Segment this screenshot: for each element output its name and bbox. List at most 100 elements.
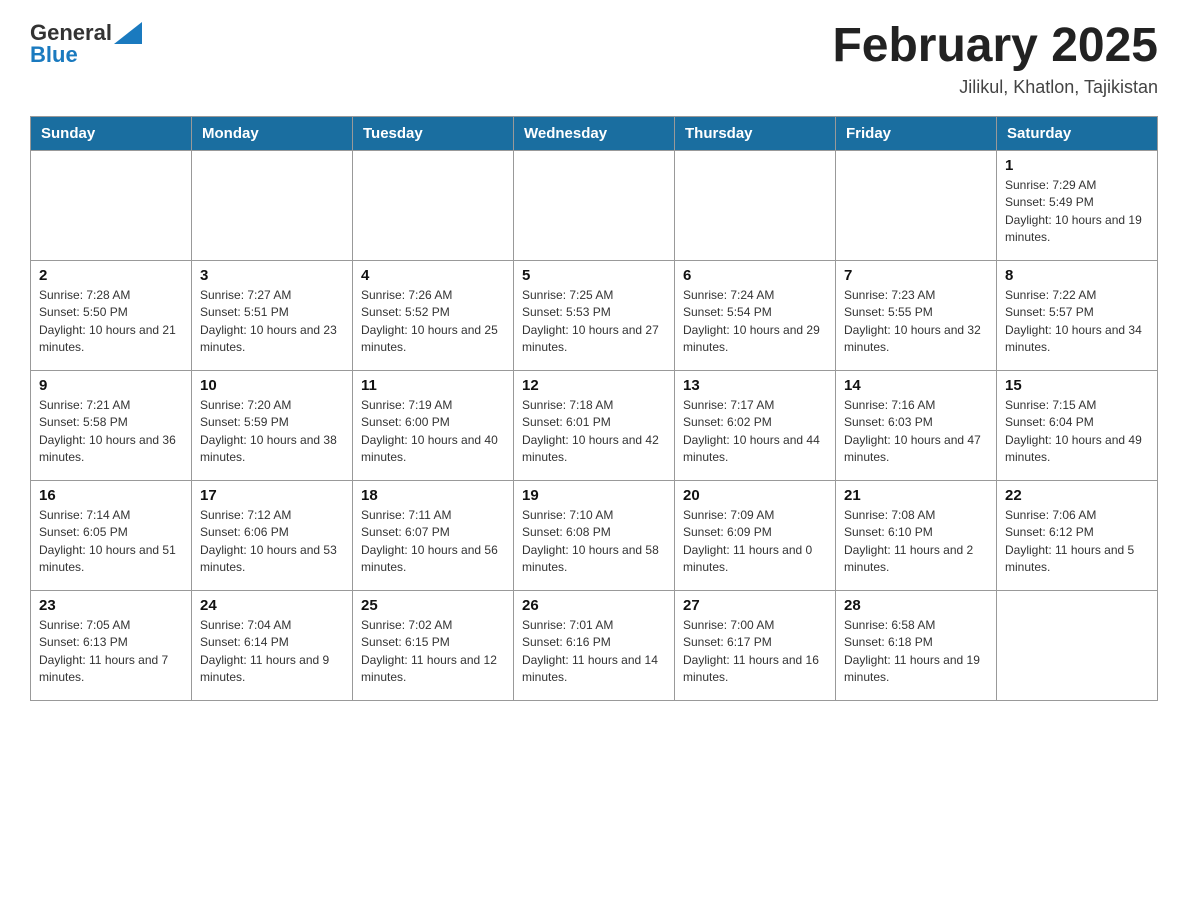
table-row: 8 Sunrise: 7:22 AM Sunset: 5:57 PM Daylig… — [997, 260, 1158, 370]
table-row: 18 Sunrise: 7:11 AM Sunset: 6:07 PM Dayli… — [353, 480, 514, 590]
day-info: Sunrise: 7:18 AM Sunset: 6:01 PM Dayligh… — [522, 398, 659, 464]
table-row — [997, 590, 1158, 700]
day-number: 5 — [522, 267, 666, 284]
day-info: Sunrise: 7:08 AM Sunset: 6:10 PM Dayligh… — [844, 508, 973, 574]
table-row — [31, 150, 192, 260]
location-subtitle: Jilikul, Khatlon, Tajikistan — [832, 77, 1158, 98]
calendar-week-row: 16 Sunrise: 7:14 AM Sunset: 6:05 PM Dayli… — [31, 480, 1158, 590]
day-number: 3 — [200, 267, 344, 284]
table-row: 23Sunrise: 7:05 AM Sunset: 6:13 PM Dayli… — [31, 590, 192, 700]
table-row: 27 Sunrise: 7:00 AM Sunset: 6:17 PM Dayli… — [675, 590, 836, 700]
day-number: 12 — [522, 377, 666, 394]
day-number: 1 — [1005, 157, 1149, 174]
day-number: 25 — [361, 597, 505, 614]
month-title: February 2025 — [832, 20, 1158, 73]
day-info: Sunrise: 7:12 AM Sunset: 6:06 PM Dayligh… — [200, 508, 337, 574]
table-row: 11 Sunrise: 7:19 AM Sunset: 6:00 PM Dayli… — [353, 370, 514, 480]
day-number: 19 — [522, 487, 666, 504]
table-row — [353, 150, 514, 260]
day-number: 6 — [683, 267, 827, 284]
day-info: Sunrise: 7:06 AM Sunset: 6:12 PM Dayligh… — [1005, 508, 1134, 574]
table-row: 2 Sunrise: 7:28 AM Sunset: 5:50 PM Daylig… — [31, 260, 192, 370]
table-row: 10 Sunrise: 7:20 AM Sunset: 5:59 PM Dayli… — [192, 370, 353, 480]
day-number: 2 — [39, 267, 183, 284]
table-row: 14 Sunrise: 7:16 AM Sunset: 6:03 PM Dayli… — [836, 370, 997, 480]
day-info: Sunrise: 7:25 AM Sunset: 5:53 PM Dayligh… — [522, 288, 659, 354]
col-monday: Monday — [192, 116, 353, 150]
table-row: 4 Sunrise: 7:26 AM Sunset: 5:52 PM Daylig… — [353, 260, 514, 370]
day-info: Sunrise: 7:23 AM Sunset: 5:55 PM Dayligh… — [844, 288, 981, 354]
table-row — [836, 150, 997, 260]
day-number: 4 — [361, 267, 505, 284]
day-info: Sunrise: 7:21 AM Sunset: 5:58 PM Dayligh… — [39, 398, 176, 464]
day-info: Sunrise: 7:20 AM Sunset: 5:59 PM Dayligh… — [200, 398, 337, 464]
table-row: 24Sunrise: 7:04 AM Sunset: 6:14 PM Dayli… — [192, 590, 353, 700]
day-number: 7 — [844, 267, 988, 284]
day-info: Sunrise: 7:00 AM Sunset: 6:17 PM Dayligh… — [683, 618, 819, 684]
day-info: Sunrise: 7:16 AM Sunset: 6:03 PM Dayligh… — [844, 398, 981, 464]
day-info: Sunrise: 7:09 AM Sunset: 6:09 PM Dayligh… — [683, 508, 812, 574]
calendar-week-row: 23Sunrise: 7:05 AM Sunset: 6:13 PM Dayli… — [31, 590, 1158, 700]
day-info: Sunrise: 7:26 AM Sunset: 5:52 PM Dayligh… — [361, 288, 498, 354]
col-tuesday: Tuesday — [353, 116, 514, 150]
day-number: 11 — [361, 377, 505, 394]
day-number: 8 — [1005, 267, 1149, 284]
day-number: 17 — [200, 487, 344, 504]
table-row: 12 Sunrise: 7:18 AM Sunset: 6:01 PM Dayli… — [514, 370, 675, 480]
page-header: General Blue February 2025 Jilikul, Khat… — [30, 20, 1158, 98]
col-sunday: Sunday — [31, 116, 192, 150]
day-number: 20 — [683, 487, 827, 504]
table-row: 7 Sunrise: 7:23 AM Sunset: 5:55 PM Daylig… — [836, 260, 997, 370]
logo-triangle-icon — [114, 22, 142, 44]
day-info: Sunrise: 7:19 AM Sunset: 6:00 PM Dayligh… — [361, 398, 498, 464]
day-number: 16 — [39, 487, 183, 504]
day-info: Sunrise: 7:17 AM Sunset: 6:02 PM Dayligh… — [683, 398, 820, 464]
day-info: Sunrise: 7:02 AM Sunset: 6:15 PM Dayligh… — [361, 618, 497, 684]
table-row: 26 Sunrise: 7:01 AM Sunset: 6:16 PM Dayli… — [514, 590, 675, 700]
table-row: 22Sunrise: 7:06 AM Sunset: 6:12 PM Dayli… — [997, 480, 1158, 590]
table-row: 3Sunrise: 7:27 AM Sunset: 5:51 PM Daylig… — [192, 260, 353, 370]
day-number: 28 — [844, 597, 988, 614]
day-info: Sunrise: 7:22 AM Sunset: 5:57 PM Dayligh… — [1005, 288, 1142, 354]
title-section: February 2025 Jilikul, Khatlon, Tajikist… — [832, 20, 1158, 98]
day-info: Sunrise: 6:58 AM Sunset: 6:18 PM Dayligh… — [844, 618, 980, 684]
day-info: Sunrise: 7:28 AM Sunset: 5:50 PM Dayligh… — [39, 288, 176, 354]
day-number: 18 — [361, 487, 505, 504]
day-info: Sunrise: 7:29 AM Sunset: 5:49 PM Dayligh… — [1005, 178, 1142, 244]
table-row: 17 Sunrise: 7:12 AM Sunset: 6:06 PM Dayli… — [192, 480, 353, 590]
calendar-header-row: Sunday Monday Tuesday Wednesday Thursday… — [31, 116, 1158, 150]
day-info: Sunrise: 7:14 AM Sunset: 6:05 PM Dayligh… — [39, 508, 176, 574]
day-number: 27 — [683, 597, 827, 614]
day-number: 26 — [522, 597, 666, 614]
day-info: Sunrise: 7:15 AM Sunset: 6:04 PM Dayligh… — [1005, 398, 1142, 464]
table-row: 19 Sunrise: 7:10 AM Sunset: 6:08 PM Dayli… — [514, 480, 675, 590]
col-thursday: Thursday — [675, 116, 836, 150]
table-row: 13 Sunrise: 7:17 AM Sunset: 6:02 PM Dayli… — [675, 370, 836, 480]
table-row: 9Sunrise: 7:21 AM Sunset: 5:58 PM Daylig… — [31, 370, 192, 480]
day-info: Sunrise: 7:05 AM Sunset: 6:13 PM Dayligh… — [39, 618, 168, 684]
col-wednesday: Wednesday — [514, 116, 675, 150]
day-info: Sunrise: 7:24 AM Sunset: 5:54 PM Dayligh… — [683, 288, 820, 354]
table-row: 20 Sunrise: 7:09 AM Sunset: 6:09 PM Dayli… — [675, 480, 836, 590]
table-row: 16 Sunrise: 7:14 AM Sunset: 6:05 PM Dayli… — [31, 480, 192, 590]
day-info: Sunrise: 7:11 AM Sunset: 6:07 PM Dayligh… — [361, 508, 498, 574]
day-number: 21 — [844, 487, 988, 504]
col-friday: Friday — [836, 116, 997, 150]
table-row — [192, 150, 353, 260]
day-number: 14 — [844, 377, 988, 394]
logo-blue-text: Blue — [30, 42, 78, 68]
table-row — [514, 150, 675, 260]
calendar-week-row: 1 Sunrise: 7:29 AM Sunset: 5:49 PM Daylig… — [31, 150, 1158, 260]
table-row: 28 Sunrise: 6:58 AM Sunset: 6:18 PM Dayli… — [836, 590, 997, 700]
day-info: Sunrise: 7:10 AM Sunset: 6:08 PM Dayligh… — [522, 508, 659, 574]
col-saturday: Saturday — [997, 116, 1158, 150]
logo: General Blue — [30, 20, 144, 68]
day-number: 24 — [200, 597, 344, 614]
day-number: 13 — [683, 377, 827, 394]
table-row: 15Sunrise: 7:15 AM Sunset: 6:04 PM Dayli… — [997, 370, 1158, 480]
table-row — [675, 150, 836, 260]
table-row: 6 Sunrise: 7:24 AM Sunset: 5:54 PM Daylig… — [675, 260, 836, 370]
table-row: 25 Sunrise: 7:02 AM Sunset: 6:15 PM Dayli… — [353, 590, 514, 700]
day-number: 10 — [200, 377, 344, 394]
day-info: Sunrise: 7:01 AM Sunset: 6:16 PM Dayligh… — [522, 618, 658, 684]
